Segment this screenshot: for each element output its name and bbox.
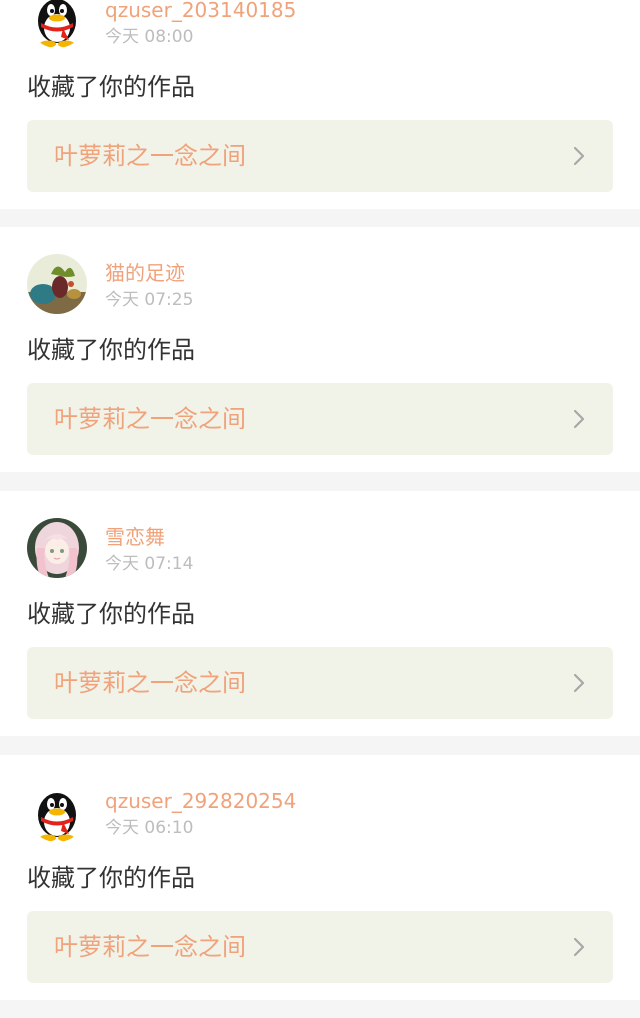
username[interactable]: 雪恋舞 (105, 525, 165, 549)
work-link[interactable]: 叶萝莉之一念之间 (27, 647, 613, 719)
work-link[interactable]: 叶萝莉之一念之间 (27, 383, 613, 455)
work-link[interactable]: 叶萝莉之一念之间 (27, 911, 613, 983)
still-life-photo-avatar (27, 254, 87, 314)
user-avatar[interactable] (27, 518, 87, 578)
username[interactable]: qzuser_292820254 (105, 789, 296, 813)
anime-girl-avatar (27, 518, 87, 578)
work-link[interactable]: 叶萝莉之一念之间 (27, 120, 613, 192)
work-title: 叶萝莉之一念之间 (54, 933, 246, 961)
user-avatar[interactable] (27, 0, 87, 48)
notification-card: 猫的足迹 今天 07:25 收藏了你的作品 叶萝莉之一念之间 (0, 227, 640, 472)
timestamp: 今天 08:00 (105, 27, 194, 47)
action-text: 收藏了你的作品 (27, 600, 195, 628)
chevron-right-icon (573, 146, 585, 166)
chevron-right-icon (573, 409, 585, 429)
work-title: 叶萝莉之一念之间 (54, 669, 246, 697)
notification-card: 雪恋舞 今天 07:14 收藏了你的作品 叶萝莉之一念之间 (0, 491, 640, 736)
chevron-right-icon (573, 937, 585, 957)
qq-penguin-icon (27, 782, 87, 842)
notification-card: qzuser_292820254 今天 06:10 收藏了你的作品 叶萝莉之一念… (0, 755, 640, 1000)
username[interactable]: qzuser_203140185 (105, 0, 296, 22)
username[interactable]: 猫的足迹 (105, 261, 185, 285)
work-title: 叶萝莉之一念之间 (54, 405, 246, 433)
timestamp: 今天 06:10 (105, 818, 194, 838)
chevron-right-icon (573, 673, 585, 693)
qq-penguin-icon (27, 0, 87, 48)
action-text: 收藏了你的作品 (27, 73, 195, 101)
timestamp: 今天 07:14 (105, 554, 194, 574)
action-text: 收藏了你的作品 (27, 336, 195, 364)
work-title: 叶萝莉之一念之间 (54, 142, 246, 170)
action-text: 收藏了你的作品 (27, 864, 195, 892)
notification-feed: qzuser_203140185 今天 08:00 收藏了你的作品 叶萝莉之一念… (0, 0, 640, 1018)
user-avatar[interactable] (27, 782, 87, 842)
notification-card: qzuser_203140185 今天 08:00 收藏了你的作品 叶萝莉之一念… (0, 0, 640, 209)
user-avatar[interactable] (27, 254, 87, 314)
timestamp: 今天 07:25 (105, 290, 194, 310)
